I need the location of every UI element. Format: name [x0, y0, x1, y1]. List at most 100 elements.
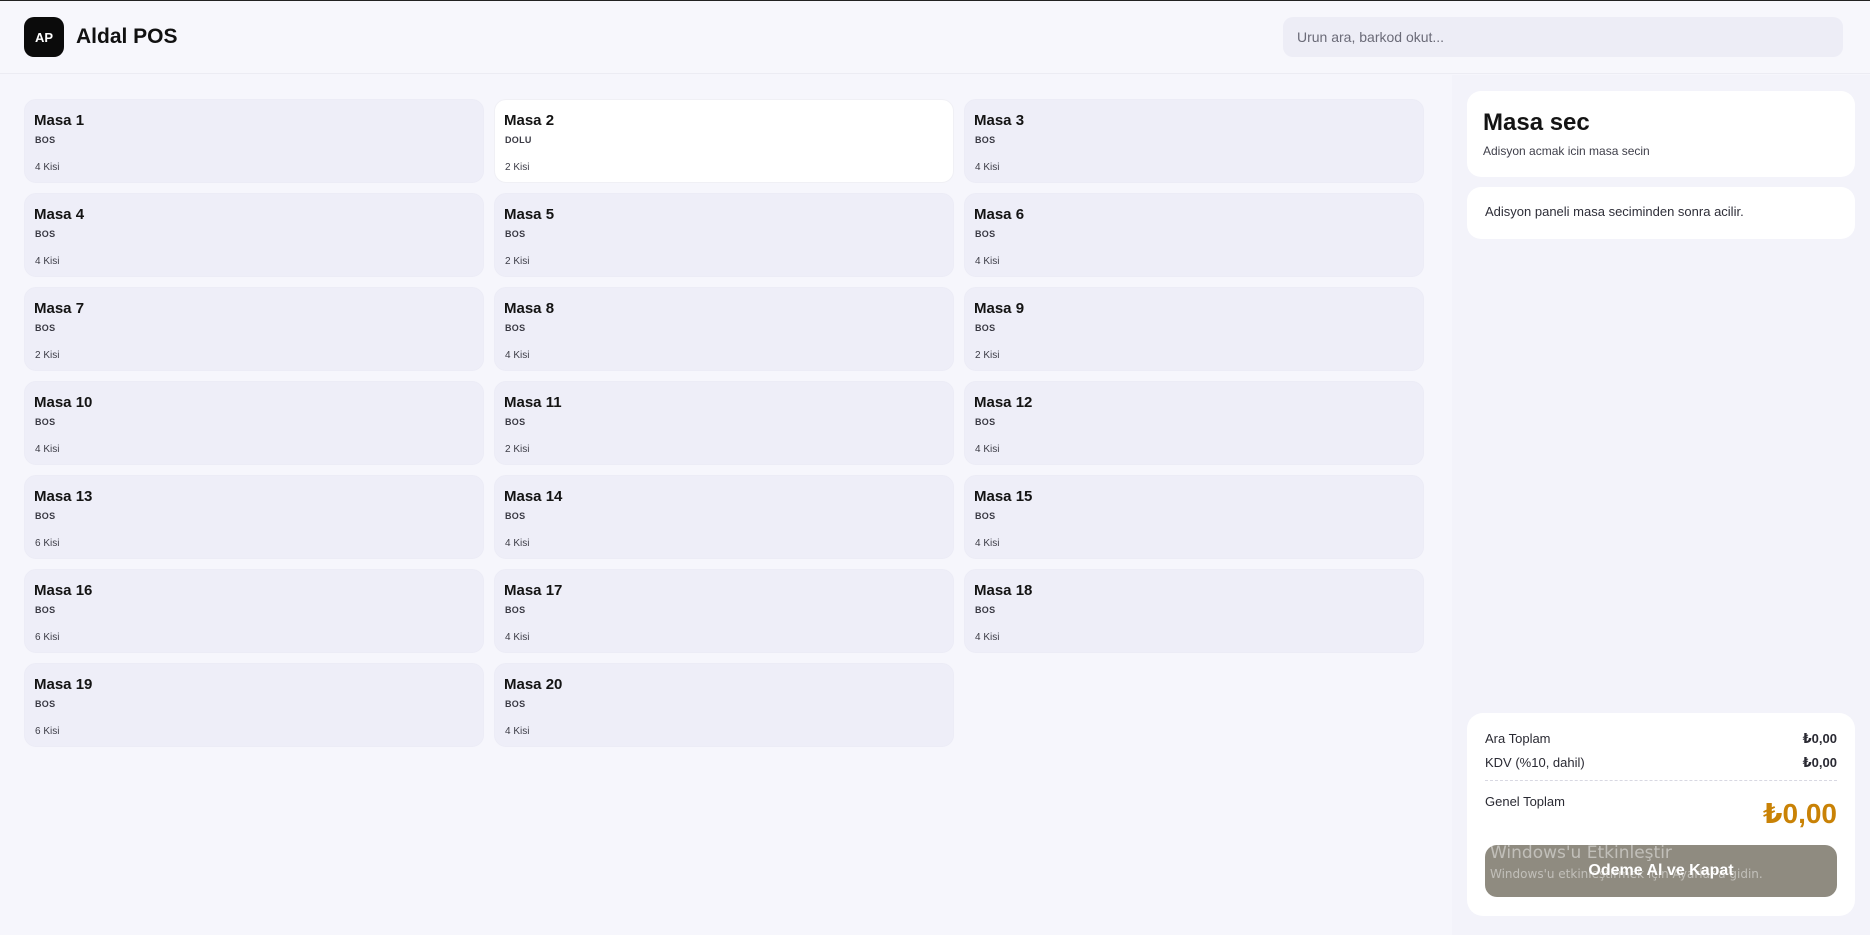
order-info-card: Adisyon paneli masa seciminden sonra aci… [1467, 187, 1855, 239]
table-status: BOS [35, 323, 56, 333]
order-info-text: Adisyon paneli masa seciminden sonra aci… [1485, 204, 1744, 219]
table-capacity: 4 Kisi [505, 632, 530, 643]
table-status: BOS [505, 699, 526, 709]
table-card-masa-9[interactable]: Masa 9 BOS 2 Kisi [964, 287, 1424, 371]
table-card-masa-16[interactable]: Masa 16 BOS 6 Kisi [24, 569, 484, 653]
vat-label: KDV (%10, dahil) [1485, 755, 1585, 770]
top-bar: AP Aldal POS [0, 1, 1870, 74]
table-status: BOS [975, 605, 996, 615]
table-status: BOS [35, 229, 56, 239]
table-name: Masa 20 [504, 676, 563, 693]
table-name: Masa 2 [504, 112, 555, 129]
table-status: BOS [35, 699, 56, 709]
table-capacity: 4 Kisi [975, 632, 1000, 643]
panel-title: Masa sec [1483, 109, 1590, 136]
table-status: BOS [35, 417, 56, 427]
table-grid: Masa 1 BOS 4 Kisi Masa 2 DOLU 2 Kisi Masa 3 B… [24, 99, 1424, 747]
table-status: DOLU [505, 135, 532, 145]
table-name: Masa 4 [34, 206, 85, 223]
table-capacity: 4 Kisi [975, 538, 1000, 549]
table-card-masa-7[interactable]: Masa 7 BOS 2 Kisi [24, 287, 484, 371]
panel-subtitle: Adisyon acmak icin masa secin [1483, 144, 1650, 158]
table-card-masa-3[interactable]: Masa 3 BOS 4 Kisi [964, 99, 1424, 183]
table-status: BOS [975, 135, 996, 145]
table-capacity: 2 Kisi [35, 350, 60, 361]
table-capacity: 4 Kisi [505, 726, 530, 737]
table-card-masa-19[interactable]: Masa 19 BOS 6 Kisi [24, 663, 484, 747]
table-status: BOS [505, 229, 526, 239]
search-input[interactable] [1283, 17, 1843, 57]
table-card-masa-14[interactable]: Masa 14 BOS 4 Kisi [494, 475, 954, 559]
table-status: BOS [505, 417, 526, 427]
table-status: BOS [35, 511, 56, 521]
table-status: BOS [35, 605, 56, 615]
table-capacity: 2 Kisi [505, 256, 530, 267]
table-card-masa-6[interactable]: Masa 6 BOS 4 Kisi [964, 193, 1424, 277]
table-name: Masa 17 [504, 582, 563, 599]
table-name: Masa 18 [974, 582, 1033, 599]
table-card-masa-17[interactable]: Masa 17 BOS 4 Kisi [494, 569, 954, 653]
table-name: Masa 9 [974, 300, 1025, 317]
table-capacity: 4 Kisi [505, 538, 530, 549]
table-capacity: 6 Kisi [35, 632, 60, 643]
vat-value: ₺0,00 [1802, 755, 1837, 770]
table-card-masa-10[interactable]: Masa 10 BOS 4 Kisi [24, 381, 484, 465]
subtotal-value: ₺0,00 [1802, 731, 1837, 746]
table-name: Masa 11 [504, 394, 562, 411]
table-status: BOS [35, 135, 56, 145]
table-name: Masa 5 [504, 206, 555, 223]
order-side-panel: Masa sec Adisyon acmak icin masa secin A… [1452, 75, 1870, 935]
table-capacity: 4 Kisi [975, 444, 1000, 455]
table-name: Masa 7 [34, 300, 85, 317]
table-card-masa-12[interactable]: Masa 12 BOS 4 Kisi [964, 381, 1424, 465]
table-card-masa-15[interactable]: Masa 15 BOS 4 Kisi [964, 475, 1424, 559]
table-name: Masa 15 [974, 488, 1033, 505]
table-capacity: 6 Kisi [35, 726, 60, 737]
table-card-masa-1[interactable]: Masa 1 BOS 4 Kisi [24, 99, 484, 183]
grand-total-label: Genel Toplam [1485, 794, 1565, 809]
table-capacity: 2 Kisi [505, 162, 530, 173]
table-status: BOS [975, 511, 996, 521]
table-name: Masa 13 [34, 488, 93, 505]
pay-and-close-button[interactable]: Odeme Al ve Kapat [1485, 845, 1837, 897]
table-status: BOS [975, 417, 996, 427]
table-capacity: 6 Kisi [35, 538, 60, 549]
subtotal-label: Ara Toplam [1485, 731, 1551, 746]
vat-row: KDV (%10, dahil) ₺0,00 [1485, 755, 1837, 771]
table-status: BOS [975, 323, 996, 333]
table-status: BOS [505, 605, 526, 615]
subtotal-row: Ara Toplam ₺0,00 [1485, 731, 1837, 747]
table-name: Masa 3 [974, 112, 1025, 129]
table-card-masa-5[interactable]: Masa 5 BOS 2 Kisi [494, 193, 954, 277]
table-name: Masa 16 [34, 582, 93, 599]
table-status: BOS [505, 511, 526, 521]
table-name: Masa 14 [504, 488, 563, 505]
table-capacity: 4 Kisi [35, 162, 60, 173]
table-capacity: 2 Kisi [975, 350, 1000, 361]
totals-card: Ara Toplam ₺0,00 KDV (%10, dahil) ₺0,00 … [1467, 713, 1855, 916]
table-card-masa-11[interactable]: Masa 11 BOS 2 Kisi [494, 381, 954, 465]
app-title: Aldal POS [76, 25, 178, 48]
table-card-masa-20[interactable]: Masa 20 BOS 4 Kisi [494, 663, 954, 747]
table-name: Masa 10 [34, 394, 93, 411]
table-name: Masa 12 [974, 394, 1033, 411]
table-card-masa-4[interactable]: Masa 4 BOS 4 Kisi [24, 193, 484, 277]
table-status: BOS [505, 323, 526, 333]
table-card-masa-2[interactable]: Masa 2 DOLU 2 Kisi [494, 99, 954, 183]
totals-divider [1485, 780, 1837, 781]
app-logo: AP [24, 17, 64, 57]
table-card-masa-18[interactable]: Masa 18 BOS 4 Kisi [964, 569, 1424, 653]
table-capacity: 4 Kisi [975, 256, 1000, 267]
table-capacity: 2 Kisi [505, 444, 530, 455]
table-card-masa-8[interactable]: Masa 8 BOS 4 Kisi [494, 287, 954, 371]
table-capacity: 4 Kisi [975, 162, 1000, 173]
table-capacity: 4 Kisi [35, 444, 60, 455]
table-name: Masa 19 [34, 676, 93, 693]
table-status: BOS [975, 229, 996, 239]
table-capacity: 4 Kisi [35, 256, 60, 267]
grand-total-value: ₺0,00 [1763, 798, 1837, 829]
table-card-masa-13[interactable]: Masa 13 BOS 6 Kisi [24, 475, 484, 559]
table-capacity: 4 Kisi [505, 350, 530, 361]
table-name: Masa 6 [974, 206, 1025, 223]
table-select-card: Masa sec Adisyon acmak icin masa secin [1467, 91, 1855, 177]
